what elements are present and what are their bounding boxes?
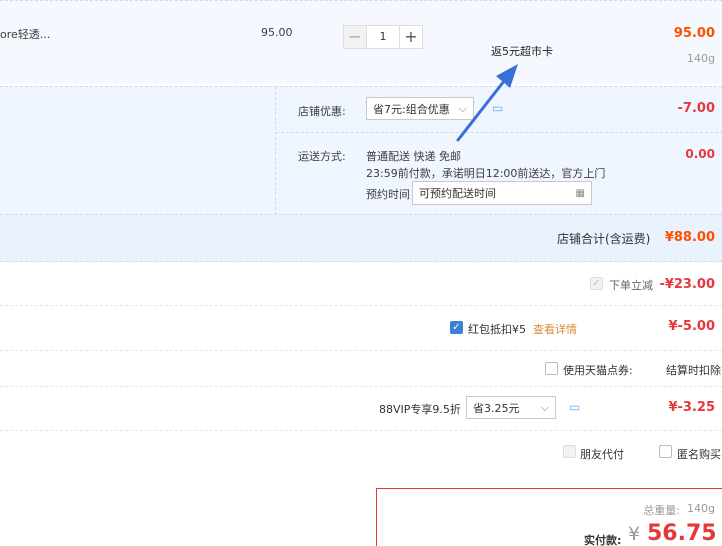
annotation-arrow (456, 64, 518, 142)
